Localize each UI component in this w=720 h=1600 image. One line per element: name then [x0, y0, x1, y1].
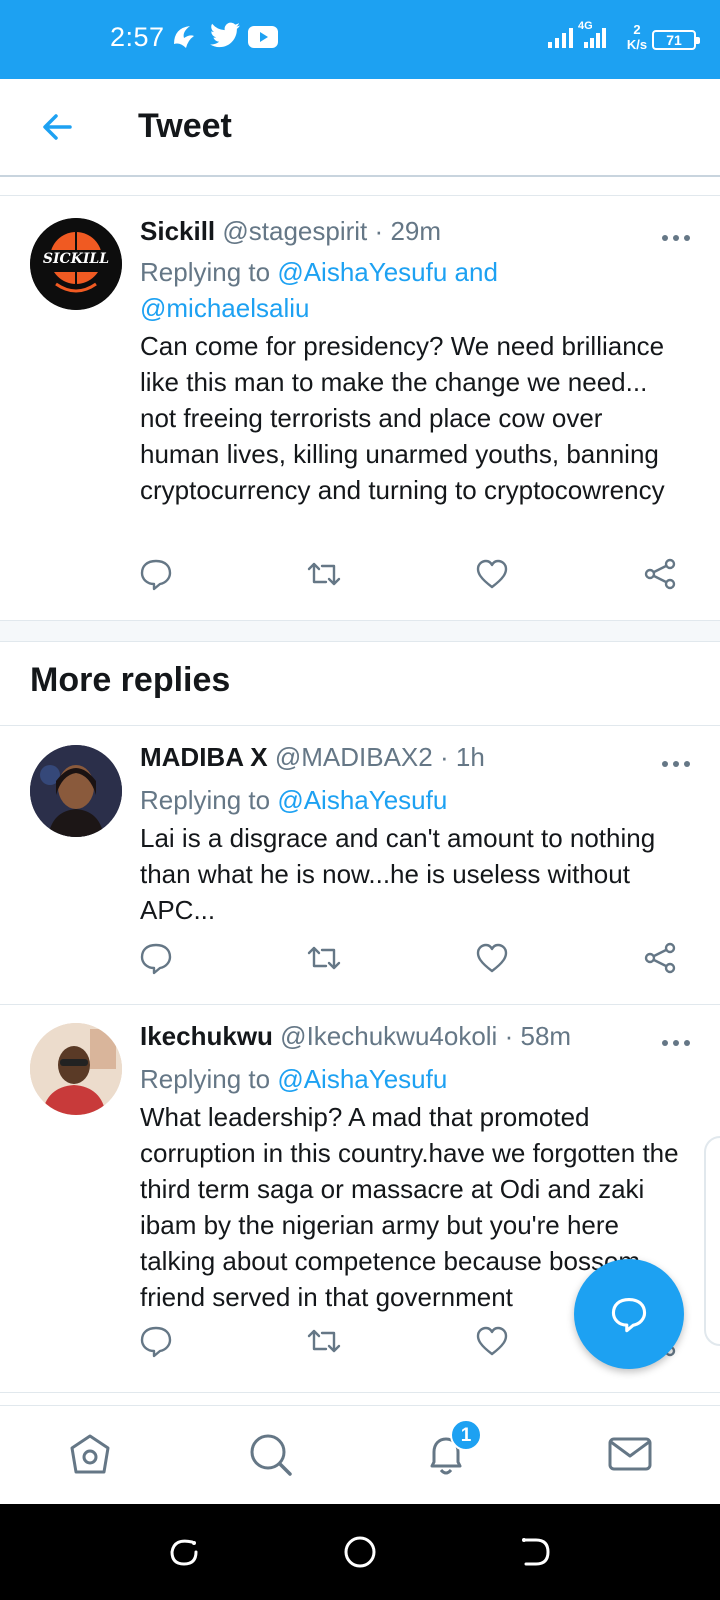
avatar[interactable] — [30, 745, 122, 837]
retweet-icon — [307, 946, 341, 970]
battery-indicator: 71 — [652, 30, 700, 50]
home-system-button[interactable] — [342, 1534, 378, 1570]
retweet-button[interactable] — [306, 556, 342, 592]
share-icon — [644, 558, 676, 590]
tweet-text: Can come for presidency? We need brillia… — [140, 331, 665, 505]
more-dots-icon — [662, 235, 690, 241]
system-navigation-bar — [0, 1504, 720, 1600]
arrow-left-icon — [43, 114, 72, 140]
like-button[interactable] — [474, 556, 510, 592]
author-handle[interactable]: @MADIBAX2 — [275, 742, 433, 772]
tweet-time: 29m — [390, 216, 442, 246]
author-name[interactable]: Ikechukwu — [140, 1021, 273, 1051]
notification-badge: 1 — [450, 1419, 482, 1451]
mention-link[interactable]: @AishaYesufu and — [277, 257, 498, 287]
avatar[interactable]: SICKILL — [30, 218, 122, 310]
share-icon — [644, 942, 676, 974]
circle-home-icon — [344, 1536, 376, 1568]
mention-link[interactable]: @AishaYesufu — [277, 1064, 447, 1094]
youtube-icon — [248, 26, 278, 53]
network-speed: 2 K/s — [626, 22, 648, 52]
avatar-logo-text: SICKILL — [42, 251, 110, 267]
tweet-header: MADIBA X @MADIBAX2 · 1h — [140, 742, 485, 773]
share-button[interactable] — [642, 556, 678, 592]
mail-icon — [608, 1437, 652, 1471]
bottom-navigation: 1 — [0, 1405, 720, 1504]
edge-panel-handle[interactable] — [704, 1136, 720, 1346]
reply-button[interactable] — [138, 940, 174, 976]
page-title: Tweet — [138, 107, 232, 145]
more-options-button[interactable] — [660, 756, 692, 767]
comment-icon — [140, 1326, 172, 1358]
author-handle[interactable]: @Ikechukwu4okoli — [280, 1021, 497, 1051]
comment-icon — [140, 943, 172, 975]
heart-icon — [476, 1326, 508, 1356]
more-options-button[interactable] — [660, 1035, 692, 1046]
more-dots-icon — [662, 1040, 690, 1046]
comment-icon — [140, 559, 172, 591]
home-icon — [70, 1434, 110, 1474]
share-button[interactable] — [642, 940, 678, 976]
back-button[interactable] — [36, 105, 80, 149]
tweet-actions — [0, 556, 720, 596]
separator: · — [439, 742, 449, 772]
reply-bubble-icon — [611, 1298, 647, 1333]
nav-home[interactable] — [62, 1426, 118, 1482]
tweet-header: Sickill @stagespirit · 29m — [140, 216, 441, 247]
top-app-bar: Tweet — [0, 79, 720, 177]
signal-icon-2 — [582, 26, 608, 53]
nav-messages[interactable] — [602, 1426, 658, 1482]
app-notification-icon — [170, 22, 198, 57]
divider — [0, 1392, 720, 1393]
tweet-time: 1h — [455, 742, 485, 772]
compose-reply-button[interactable] — [574, 1259, 684, 1369]
like-button[interactable] — [474, 940, 510, 976]
author-name[interactable]: Sickill — [140, 216, 215, 246]
author-name[interactable]: MADIBA X — [140, 742, 268, 772]
mention-link[interactable]: @AishaYesufu — [277, 785, 447, 815]
signal-icon — [548, 26, 576, 53]
avatar[interactable] — [30, 1023, 122, 1115]
back-system-button[interactable] — [518, 1534, 554, 1570]
retweet-icon — [307, 1329, 341, 1353]
more-options-button[interactable] — [660, 230, 692, 241]
more-dots-icon — [662, 761, 690, 767]
like-button[interactable] — [474, 1323, 510, 1359]
more-replies-heading: More replies — [30, 661, 231, 699]
recent-apps-icon — [170, 1539, 198, 1566]
reply-button[interactable] — [138, 556, 174, 592]
replying-to: Replying to @AishaYesufu and @michaelsal… — [140, 257, 498, 323]
tweet-header: Ikechukwu @Ikechukwu4okoli · 58m — [140, 1021, 571, 1052]
reply-button[interactable] — [138, 1323, 174, 1359]
replying-to: Replying to @AishaYesufu — [140, 1064, 448, 1094]
author-handle[interactable]: @stagespirit — [222, 216, 367, 246]
twitter-icon — [210, 22, 240, 53]
retweet-icon — [307, 562, 341, 586]
section-gap — [0, 620, 720, 642]
heart-icon — [476, 559, 508, 589]
tweet-reply[interactable]: SICKILL Sickill @stagespirit · 29m Reply… — [0, 196, 720, 608]
tweet-time: 58m — [520, 1021, 572, 1051]
status-time: 2:57 — [110, 22, 165, 52]
retweet-button[interactable] — [306, 1323, 342, 1359]
search-icon — [250, 1434, 292, 1476]
back-system-icon — [522, 1538, 550, 1566]
nav-search[interactable] — [242, 1426, 298, 1482]
retweet-button[interactable] — [306, 940, 342, 976]
tweet-reply[interactable]: MADIBA X @MADIBAX2 · 1h Replying to @Ais… — [0, 726, 720, 1004]
tweet-text: Lai is a disgrace and can't amount to no… — [140, 823, 656, 925]
replying-to: Replying to @AishaYesufu — [140, 785, 448, 815]
tweet-actions — [0, 940, 720, 980]
status-bar: 2:57 4G 2 K/s 71 — [0, 0, 720, 79]
recent-apps-button[interactable] — [166, 1534, 202, 1570]
mention-link[interactable]: @michaelsaliu — [140, 293, 309, 323]
heart-icon — [476, 943, 508, 973]
separator: · — [374, 216, 384, 246]
separator: · — [504, 1021, 514, 1051]
